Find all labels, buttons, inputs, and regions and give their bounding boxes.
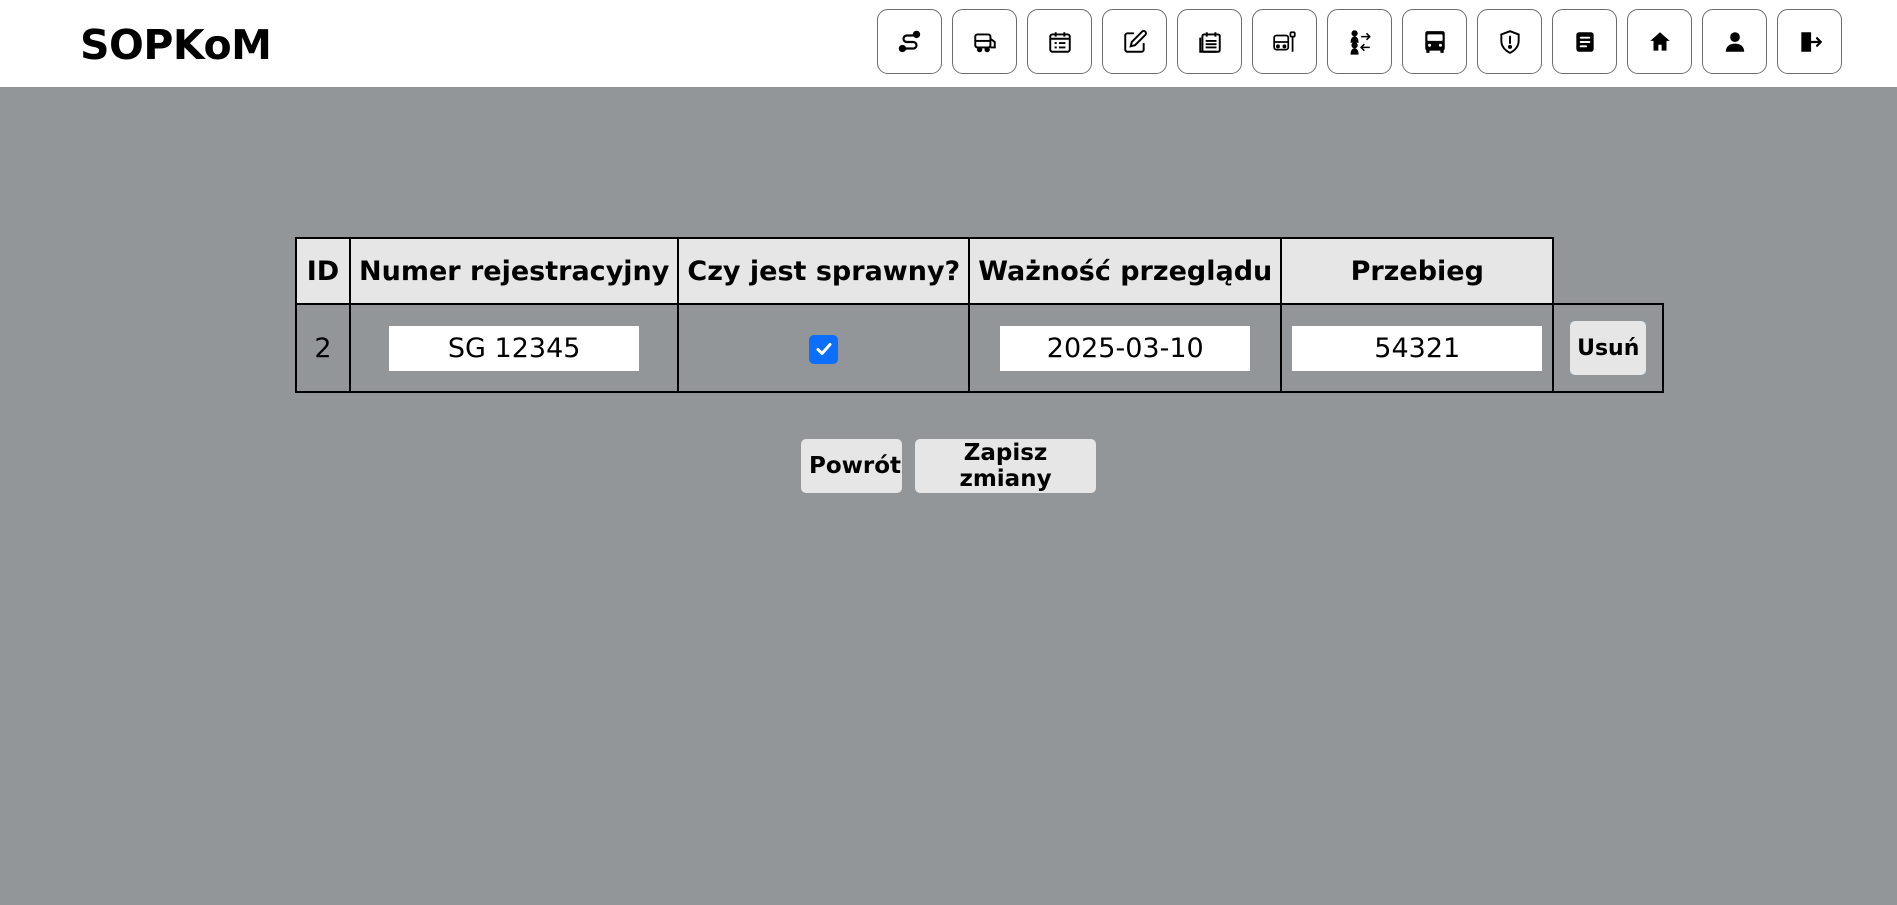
people-exchange-icon bbox=[1350, 29, 1371, 55]
schedule-icon bbox=[1198, 31, 1221, 53]
nav-button-reports[interactable] bbox=[1552, 9, 1617, 74]
document-icon bbox=[1575, 31, 1594, 52]
vehicle-table: ID Numer rejestracyjny Czy jest sprawny?… bbox=[295, 237, 1665, 393]
bus-service-icon bbox=[973, 32, 996, 52]
nav-button-home[interactable] bbox=[1627, 9, 1692, 74]
logout-icon bbox=[1800, 31, 1822, 52]
checkmark-icon bbox=[816, 343, 832, 355]
cell-inspection bbox=[968, 303, 1283, 393]
registration-input[interactable] bbox=[389, 325, 640, 371]
nav-button-passengers[interactable] bbox=[1327, 9, 1392, 74]
bus-icon bbox=[1424, 30, 1445, 53]
cell-registration bbox=[348, 303, 680, 393]
column-header-inspection: Ważność przeglądu bbox=[968, 237, 1283, 305]
back-button[interactable]: Powrót bbox=[801, 439, 902, 493]
calendar-list-icon bbox=[1048, 31, 1071, 53]
nav-button-calendar[interactable] bbox=[1027, 9, 1092, 74]
edit-icon bbox=[1123, 29, 1147, 53]
cell-delete: Usuń bbox=[1552, 303, 1665, 393]
column-header-id: ID bbox=[295, 237, 351, 305]
column-header-operational: Czy jest sprawny? bbox=[677, 237, 971, 305]
user-icon bbox=[1725, 31, 1744, 52]
column-header-mileage: Przebieg bbox=[1280, 237, 1555, 305]
delete-button[interactable]: Usuń bbox=[1570, 321, 1647, 375]
nav-button-profile[interactable] bbox=[1702, 9, 1767, 74]
form-actions: Powrót Zapisz zmiany bbox=[801, 439, 1096, 493]
route-icon bbox=[898, 30, 920, 52]
nav-button-admin[interactable] bbox=[1477, 9, 1542, 74]
cell-operational bbox=[677, 303, 971, 393]
navbar: SOPKoM bbox=[0, 0, 1897, 87]
operational-checkbox[interactable] bbox=[809, 334, 839, 364]
inspection-date-input[interactable] bbox=[1000, 325, 1251, 371]
cell-mileage bbox=[1280, 303, 1555, 393]
nav-button-routes[interactable] bbox=[877, 9, 942, 74]
table-row: 2 Usuń bbox=[295, 303, 1665, 393]
cell-id: 2 bbox=[295, 303, 351, 393]
save-changes-button[interactable]: Zapisz zmiany bbox=[915, 439, 1096, 493]
home-icon bbox=[1649, 31, 1670, 51]
nav-button-bus-service[interactable] bbox=[952, 9, 1017, 74]
mileage-input[interactable] bbox=[1292, 325, 1543, 371]
shield-alert-icon bbox=[1499, 29, 1520, 54]
nav-button-bus-stops[interactable] bbox=[1252, 9, 1317, 74]
nav-button-logout[interactable] bbox=[1777, 9, 1842, 74]
nav-button-buses[interactable] bbox=[1402, 9, 1467, 74]
nav-button-schedule[interactable] bbox=[1177, 9, 1242, 74]
nav-button-edit[interactable] bbox=[1102, 9, 1167, 74]
table-header-row: ID Numer rejestracyjny Czy jest sprawny?… bbox=[295, 237, 1664, 305]
brand-logo[interactable]: SOPKoM bbox=[80, 17, 272, 73]
bus-stop-icon bbox=[1272, 30, 1296, 52]
nav-button-group bbox=[877, 9, 1842, 74]
column-header-empty bbox=[1553, 238, 1664, 305]
column-header-registration: Numer rejestracyjny bbox=[348, 237, 680, 305]
